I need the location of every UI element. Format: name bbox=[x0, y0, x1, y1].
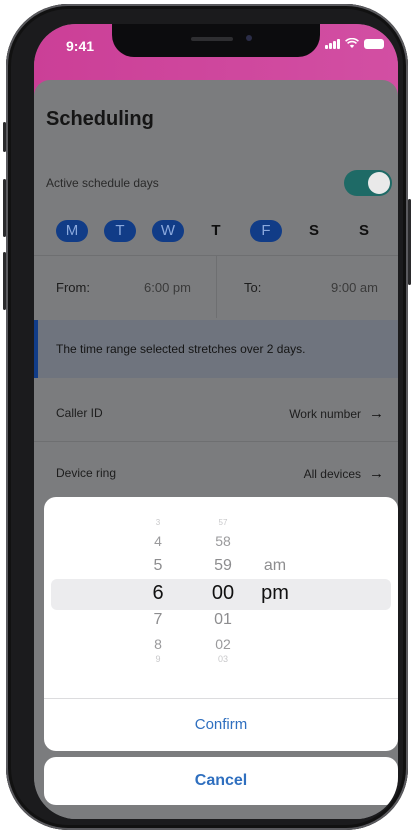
device-ring-value-group: All devices → bbox=[304, 465, 384, 482]
hour-option[interactable]: 4 bbox=[136, 533, 180, 549]
device-ring-value: All devices bbox=[303, 466, 361, 481]
arrow-right-icon: → bbox=[369, 465, 384, 482]
cellular-signal-icon bbox=[325, 38, 340, 49]
minute-option[interactable]: 02 bbox=[198, 636, 248, 652]
hour-option[interactable]: 7 bbox=[136, 611, 180, 629]
notice-text: The time range selected stretches over 2… bbox=[56, 342, 306, 356]
active-schedule-toggle[interactable] bbox=[344, 170, 392, 196]
to-time[interactable]: 9:00 am bbox=[331, 280, 378, 295]
status-icons bbox=[325, 38, 384, 49]
minute-option[interactable]: 03 bbox=[198, 654, 248, 664]
device-ring-label: Device ring bbox=[56, 466, 117, 480]
minute-option[interactable]: 59 bbox=[198, 557, 248, 575]
battery-icon bbox=[364, 38, 384, 49]
minute-option[interactable]: 01 bbox=[198, 611, 248, 629]
toggle-knob bbox=[368, 172, 390, 194]
to-label: To: bbox=[244, 280, 262, 295]
notice-accent-bar bbox=[34, 320, 38, 378]
hour-wheel[interactable]: 3 4 5 6 7 8 9 bbox=[136, 497, 180, 697]
from-time[interactable]: 6:00 pm bbox=[144, 280, 191, 295]
notch bbox=[112, 24, 320, 57]
arrow-right-icon: → bbox=[369, 405, 384, 422]
hour-option-selected[interactable]: 6 bbox=[136, 582, 180, 605]
ampm-option[interactable]: am bbox=[252, 557, 298, 575]
power-button bbox=[408, 199, 411, 285]
minute-option[interactable]: 57 bbox=[198, 518, 248, 527]
ampm-option-selected[interactable]: pm bbox=[252, 582, 298, 605]
hour-option[interactable]: 3 bbox=[136, 518, 180, 527]
volume-up-button bbox=[3, 179, 6, 237]
cancel-button[interactable]: Cancel bbox=[44, 757, 398, 805]
time-picker-card: 3 4 5 6 7 8 9 57 58 59 00 01 02 03 am pm bbox=[44, 497, 398, 751]
time-range-notice: The time range selected stretches over 2… bbox=[34, 320, 398, 378]
confirm-button[interactable]: Confirm bbox=[44, 699, 398, 751]
minute-option[interactable]: 58 bbox=[198, 533, 248, 549]
front-camera bbox=[246, 35, 252, 41]
active-schedule-label: Active schedule days bbox=[46, 176, 159, 190]
ampm-wheel[interactable]: am pm bbox=[252, 497, 298, 697]
from-label: From: bbox=[56, 280, 90, 295]
hour-option[interactable]: 9 bbox=[136, 654, 180, 664]
mute-switch bbox=[3, 122, 6, 152]
day-selector: M T W T F S S bbox=[56, 220, 386, 242]
wifi-icon bbox=[345, 38, 359, 48]
speaker bbox=[191, 37, 233, 41]
minute-wheel[interactable]: 57 58 59 00 01 02 03 bbox=[198, 497, 248, 697]
volume-down-button bbox=[3, 252, 6, 310]
day-monday[interactable]: M bbox=[56, 220, 88, 242]
minute-option-selected[interactable]: 00 bbox=[198, 582, 248, 605]
clock: 9:41 bbox=[66, 38, 95, 54]
caller-id-value-group: Work number → bbox=[289, 405, 384, 422]
caller-id-value: Work number bbox=[289, 406, 361, 421]
phone-frame: 9:41 Scheduling Active schedule days M T… bbox=[3, 4, 411, 830]
day-friday[interactable]: F bbox=[250, 220, 282, 242]
page-title: Scheduling bbox=[46, 108, 154, 130]
active-schedule-row: Active schedule days bbox=[34, 162, 398, 202]
vertical-divider bbox=[216, 256, 217, 318]
device-ring-row[interactable]: Device ring All devices → bbox=[34, 442, 398, 502]
hour-option[interactable]: 5 bbox=[136, 557, 180, 575]
day-saturday[interactable]: S bbox=[298, 220, 330, 242]
caller-id-row[interactable]: Caller ID Work number → bbox=[34, 382, 398, 442]
caller-id-label: Caller ID bbox=[56, 406, 103, 420]
day-sunday[interactable]: S bbox=[348, 220, 380, 242]
day-wednesday[interactable]: W bbox=[152, 220, 184, 242]
day-thursday[interactable]: T bbox=[200, 220, 232, 242]
hour-option[interactable]: 8 bbox=[136, 636, 180, 652]
day-tuesday[interactable]: T bbox=[104, 220, 136, 242]
screen: 9:41 Scheduling Active schedule days M T… bbox=[34, 24, 398, 819]
time-range-row: From: 6:00 pm To: 9:00 am bbox=[34, 256, 398, 318]
